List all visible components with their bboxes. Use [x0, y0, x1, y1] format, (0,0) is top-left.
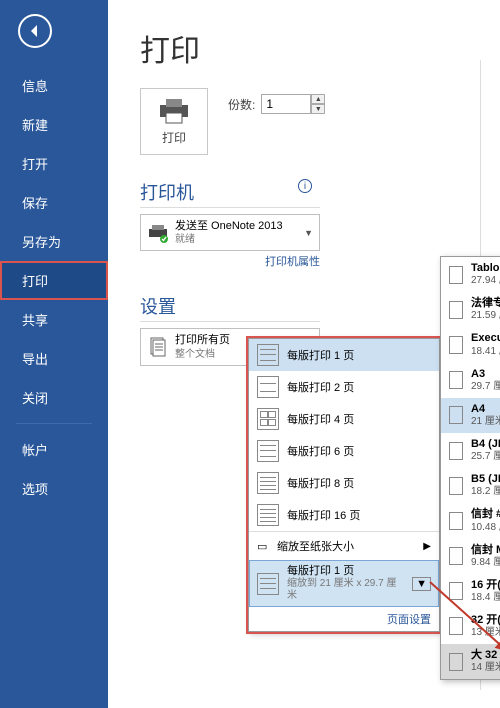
nav-share[interactable]: 共享: [0, 300, 108, 339]
nav-print[interactable]: 打印: [0, 261, 108, 300]
chevron-right-icon: ▶: [423, 541, 431, 552]
sidebar-separator: [16, 423, 92, 424]
nav-saveas[interactable]: 另存为: [0, 222, 108, 261]
page-setup-link[interactable]: 页面设置: [249, 609, 439, 631]
printer-heading: 打印机 i: [140, 179, 320, 208]
nav-info[interactable]: 信息: [0, 66, 108, 105]
printer-status: 就绪: [175, 233, 304, 246]
page-icon: [449, 617, 463, 635]
printer-icon: [157, 97, 191, 125]
pps-8[interactable]: 每版打印 8 页: [249, 467, 439, 499]
paper-32-13-x-18-4-[interactable]: 32 开(13 x 18.4 厘米)13 厘米 x 13.4 厘米: [441, 609, 500, 644]
chevron-down-icon: ▼: [304, 228, 313, 238]
pps-6[interactable]: 每版打印 6 页: [249, 435, 439, 467]
settings-heading: 设置: [140, 293, 320, 322]
page-title: 打印: [140, 26, 484, 70]
nav-open[interactable]: 打开: [0, 144, 108, 183]
paper--Monarch[interactable]: 信封 Monarch9.84 厘米 x 19.05 厘米: [441, 539, 500, 574]
paper-A4[interactable]: A421 厘米 x 29.7 厘米: [441, 398, 500, 433]
copies-input[interactable]: [261, 94, 311, 114]
paper--10[interactable]: 信封 #1010.48 厘米 x 24.13 厘米: [441, 503, 500, 538]
printer-status-icon: [147, 223, 169, 243]
paper-Executive[interactable]: Executive18.41 厘米 x 26.67 厘米: [441, 327, 500, 362]
paper-B4-JIS-[interactable]: B4 (JIS)25.7 厘米 x 36.4 厘米: [441, 433, 500, 468]
pages-per-sheet-menu: 每版打印 1 页 每版打印 2 页 每版打印 4 页 每版打印 6 页 每版打印…: [248, 338, 440, 632]
copies-label: 份数:: [228, 96, 255, 113]
paper--32-14-x-20-3-[interactable]: 大 32 开(14 x 20.3 厘米)14 厘米 x 20.3 厘米: [441, 644, 500, 679]
page-icon: [449, 371, 463, 389]
paper-Tabloid[interactable]: Tabloid27.94 厘米 x 43.18 厘米: [441, 257, 500, 292]
print-panel: 打印 打印 份数: ▲ ▼ 打印机 i 发送至 OneNote: [108, 0, 500, 708]
page-icon: [449, 266, 463, 284]
back-arrow-icon: [27, 23, 43, 39]
page-icon: [449, 477, 463, 495]
page-icon: [449, 512, 463, 530]
nav-account[interactable]: 帐户: [0, 430, 108, 469]
page-icon: [449, 336, 463, 354]
copies-up[interactable]: ▲: [311, 94, 325, 104]
info-icon[interactable]: i: [298, 179, 312, 193]
pps-2[interactable]: 每版打印 2 页: [249, 371, 439, 403]
page-icon: ▭: [257, 540, 271, 553]
paper-size-menu: Tabloid27.94 厘米 x 43.18 厘米法律专用纸21.59 厘米 …: [440, 256, 500, 680]
nav-export[interactable]: 导出: [0, 339, 108, 378]
scale-to-paper-flyout[interactable]: ▭ 缩放至纸张大小 ▶: [249, 531, 439, 560]
paper-A3[interactable]: A329.7 厘米 x 42 厘米: [441, 363, 500, 398]
back-button[interactable]: [18, 14, 52, 48]
print-button-label: 打印: [162, 129, 186, 146]
nav-new[interactable]: 新建: [0, 105, 108, 144]
backstage-sidebar: 信息 新建 打开 保存 另存为 打印 共享 导出 关闭 帐户 选项: [0, 0, 108, 708]
page-icon: [449, 442, 463, 460]
pps-16[interactable]: 每版打印 16 页: [249, 499, 439, 531]
paper-B5-JIS-[interactable]: B5 (JIS)18.2 厘米 x 25.7 厘米: [441, 468, 500, 503]
page-icon: [449, 406, 463, 424]
nav-options[interactable]: 选项: [0, 469, 108, 508]
page-icon: [449, 547, 463, 565]
document-icon: [147, 337, 169, 357]
paper-16-18-4-x-26-[interactable]: 16 开(18.4 x 26 厘米)18.4 厘米 x 26 厘米: [441, 574, 500, 609]
copies-down[interactable]: ▼: [311, 104, 325, 114]
printer-name: 发送至 OneNote 2013: [175, 219, 304, 233]
printer-dropdown[interactable]: 发送至 OneNote 2013 就绪 ▼: [140, 214, 320, 251]
pps-4[interactable]: 每版打印 4 页: [249, 403, 439, 435]
current-pps[interactable]: 每版打印 1 页 缩放到 21 厘米 x 29.7 厘米 ▼: [249, 560, 439, 607]
nav-close[interactable]: 关闭: [0, 378, 108, 417]
page-icon: [449, 582, 463, 600]
pps-1[interactable]: 每版打印 1 页: [249, 339, 439, 371]
page-icon: [449, 653, 463, 671]
printer-properties-link[interactable]: 打印机属性: [140, 253, 320, 269]
print-button[interactable]: 打印: [140, 88, 208, 155]
nav-save[interactable]: 保存: [0, 183, 108, 222]
paper--[interactable]: 法律专用纸21.59 厘米 x 35.56 厘米: [441, 292, 500, 327]
page-icon: [449, 301, 463, 319]
chevron-down-icon: ▼: [412, 577, 431, 591]
